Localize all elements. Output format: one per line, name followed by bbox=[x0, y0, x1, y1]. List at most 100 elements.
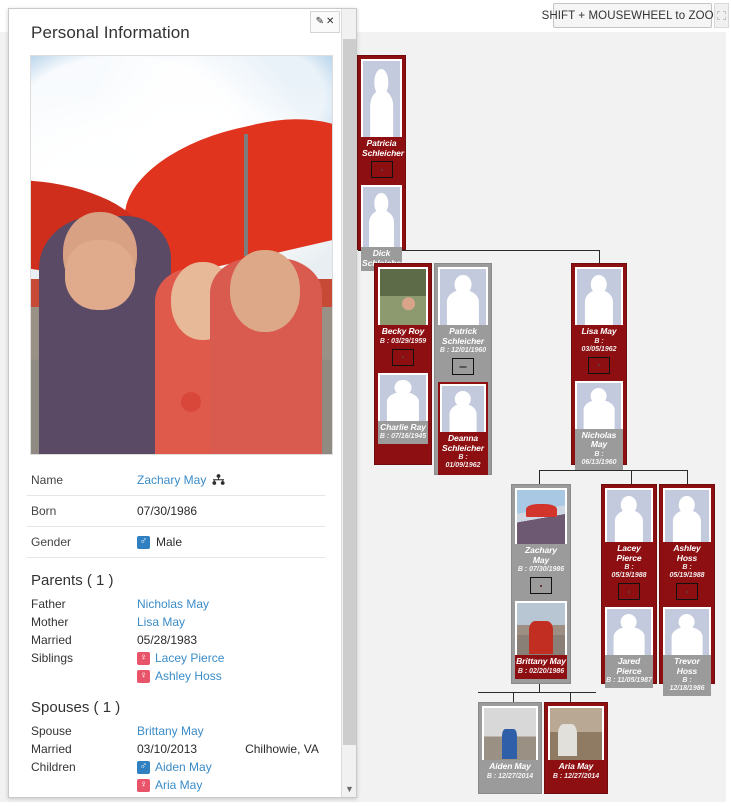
card-expander-button[interactable] bbox=[676, 583, 698, 601]
tree-connector bbox=[631, 470, 632, 484]
parents-row-sibling-2: ♀ Ashley Hoss bbox=[27, 667, 325, 685]
card-born: B : 07/30/1986 bbox=[517, 566, 565, 574]
zoom-hint-label: SHIFT + MOUSEWHEEL to ZOOM bbox=[542, 3, 723, 28]
mother-link[interactable]: Lisa May bbox=[137, 614, 185, 630]
card-born: B : 12/01/1960 bbox=[439, 347, 487, 355]
tree-card-aria[interactable]: Aria May B : 12/27/2014 bbox=[548, 706, 604, 784]
row-key: Father bbox=[31, 597, 66, 611]
card-photo bbox=[438, 267, 488, 325]
male-badge-icon: ♂ bbox=[137, 535, 150, 549]
card-expander-button[interactable] bbox=[370, 161, 393, 179]
spouses-row-child-1: Children ♂ Aiden May bbox=[27, 758, 325, 776]
tree-card-trevor[interactable]: Trevor Hoss B : 12/18/1986 bbox=[663, 607, 711, 697]
tree-connector bbox=[513, 692, 514, 702]
card-name: Lacey Pierce bbox=[616, 543, 642, 563]
profile-photo bbox=[30, 55, 333, 455]
person-name-link[interactable]: Zachary May bbox=[137, 473, 206, 487]
card-photo bbox=[548, 706, 604, 760]
canvas-bottom-edge bbox=[0, 802, 731, 806]
canvas-right-edge bbox=[726, 32, 731, 806]
father-link[interactable]: Nicholas May bbox=[137, 596, 209, 612]
pencil-icon[interactable]: ✎ bbox=[316, 17, 324, 27]
card-born: B : 12/18/1986 bbox=[669, 677, 705, 693]
tree-card-zachary[interactable]: Zachary May B : 07/30/1986 bbox=[515, 488, 567, 600]
tree-group-pierce[interactable]: Lacey Pierce B : 05/19/1988 Jared Pierce… bbox=[601, 484, 657, 689]
close-icon[interactable]: ✕ bbox=[326, 17, 334, 27]
card-expander-button[interactable] bbox=[452, 358, 474, 376]
card-name: Ashley Hoss bbox=[673, 543, 701, 563]
card-name: Patricia Schleicher bbox=[362, 138, 404, 158]
panel-scrollbar[interactable]: ▼ bbox=[341, 9, 356, 797]
card-born: B : 11/05/1987 bbox=[606, 677, 652, 685]
scroll-down-icon[interactable]: ▼ bbox=[342, 780, 356, 797]
tree-card-deanna[interactable]: Deanna Schleicher B : 01/09/1962 bbox=[438, 382, 488, 476]
personal-information-panel[interactable]: ✎ ✕ Personal Information Name Zachary Ma… bbox=[8, 8, 357, 798]
panel-tool-buttons[interactable]: ✎ ✕ bbox=[310, 11, 340, 33]
sibling-link[interactable]: Lacey Pierce bbox=[155, 650, 224, 666]
tree-group-may-parents[interactable]: Lisa May B : 03/05/1962 Nicholas May B :… bbox=[571, 263, 627, 470]
tree-group-schleicher-grandparents[interactable]: Patricia Schleicher Dick Schleicher bbox=[357, 55, 406, 272]
card-expander-button[interactable] bbox=[588, 356, 610, 374]
card-photo bbox=[575, 267, 623, 325]
info-row-name: Name Zachary May bbox=[27, 465, 325, 496]
spouses-row-spouse: Spouse Brittany May bbox=[27, 722, 325, 740]
card-photo bbox=[605, 607, 653, 656]
card-born: B : 12/27/2014 bbox=[486, 772, 534, 780]
tree-group-zachary[interactable]: Zachary May B : 07/30/1986 Brittany May … bbox=[511, 484, 571, 684]
tree-card-lisa[interactable]: Lisa May B : 03/05/1962 bbox=[575, 267, 623, 379]
card-expander-button[interactable] bbox=[392, 348, 414, 366]
info-label: Name bbox=[31, 473, 64, 487]
tree-card-brittany[interactable]: Brittany May B : 02/20/1986 bbox=[515, 601, 567, 679]
card-name: Patrick Schleicher bbox=[442, 326, 484, 346]
tree-group-roy[interactable]: Becky Roy B : 03/29/1959 Charlie Ray B :… bbox=[374, 263, 432, 465]
tree-connector bbox=[687, 470, 688, 484]
card-photo bbox=[440, 384, 486, 433]
child-link[interactable]: Aiden May bbox=[155, 759, 212, 775]
tree-card-lacey[interactable]: Lacey Pierce B : 05/19/1988 bbox=[605, 488, 653, 606]
sibling-link[interactable]: Ashley Hoss bbox=[155, 668, 222, 684]
tree-card-jared[interactable]: Jared Pierce B : 11/05/1987 bbox=[605, 607, 653, 689]
row-key: Siblings bbox=[31, 651, 74, 665]
tree-card-dick[interactable]: Dick Schleicher bbox=[361, 185, 404, 272]
family-tree-icon[interactable] bbox=[212, 474, 225, 486]
card-photo bbox=[378, 267, 428, 325]
tree-group-aiden[interactable]: Aiden May B : 12/27/2014 bbox=[478, 702, 542, 794]
card-photo bbox=[663, 607, 711, 656]
tree-group-schleicher[interactable]: Patrick Schleicher B : 12/01/1960 Deanna… bbox=[434, 263, 492, 476]
tree-card-becky[interactable]: Becky Roy B : 03/29/1959 bbox=[378, 267, 428, 371]
tree-connector bbox=[539, 470, 540, 484]
parents-row-married: Married 05/28/1983 bbox=[27, 631, 325, 649]
tree-card-charlie[interactable]: Charlie Ray B : 07/16/1945 bbox=[378, 372, 428, 445]
fullscreen-button[interactable] bbox=[714, 3, 729, 28]
tree-group-hoss[interactable]: Ashley Hoss B : 05/19/1988 Trevor Hoss B… bbox=[659, 484, 715, 697]
card-expander-button[interactable] bbox=[530, 577, 552, 595]
card-expander-button[interactable] bbox=[618, 583, 640, 601]
scrollbar-thumb[interactable] bbox=[343, 39, 356, 745]
parents-heading: Parents ( 1 ) bbox=[31, 572, 114, 589]
card-name: Charlie Ray bbox=[380, 421, 426, 432]
tree-card-aiden[interactable]: Aiden May B : 12/27/2014 bbox=[482, 706, 538, 784]
male-badge-icon: ♂ bbox=[137, 760, 150, 774]
tree-card-nicholas[interactable]: Nicholas May B : 06/13/1960 bbox=[575, 380, 623, 470]
card-photo bbox=[361, 59, 402, 137]
card-name: Deanna Schleicher bbox=[442, 433, 484, 453]
card-photo bbox=[378, 372, 428, 421]
tree-card-ashley[interactable]: Ashley Hoss B : 05/19/1988 bbox=[663, 488, 711, 606]
card-born: B : 06/13/1960 bbox=[581, 450, 617, 466]
tree-connector bbox=[539, 470, 687, 471]
tree-card-patricia[interactable]: Patricia Schleicher bbox=[361, 59, 404, 184]
tree-card-patrick[interactable]: Patrick Schleicher B : 12/01/1960 bbox=[438, 267, 488, 381]
card-born: B : 01/09/1962 bbox=[445, 454, 481, 470]
card-photo bbox=[515, 601, 567, 656]
child-link[interactable]: Aria May bbox=[155, 777, 202, 793]
parents-row-mother: Mother Lisa May bbox=[27, 613, 325, 631]
female-badge-icon: ♀ bbox=[137, 669, 150, 683]
row-key bbox=[31, 777, 137, 793]
info-label: Born bbox=[31, 504, 57, 518]
card-name: Aria May bbox=[558, 761, 594, 771]
tree-group-aria[interactable]: Aria May B : 12/27/2014 bbox=[544, 702, 608, 794]
spouses-row-child-2: ♀ Aria May bbox=[27, 776, 325, 794]
row-key: Married bbox=[31, 742, 72, 756]
card-born: B : 05/19/1988 bbox=[669, 564, 705, 580]
spouse-link[interactable]: Brittany May bbox=[137, 723, 204, 739]
